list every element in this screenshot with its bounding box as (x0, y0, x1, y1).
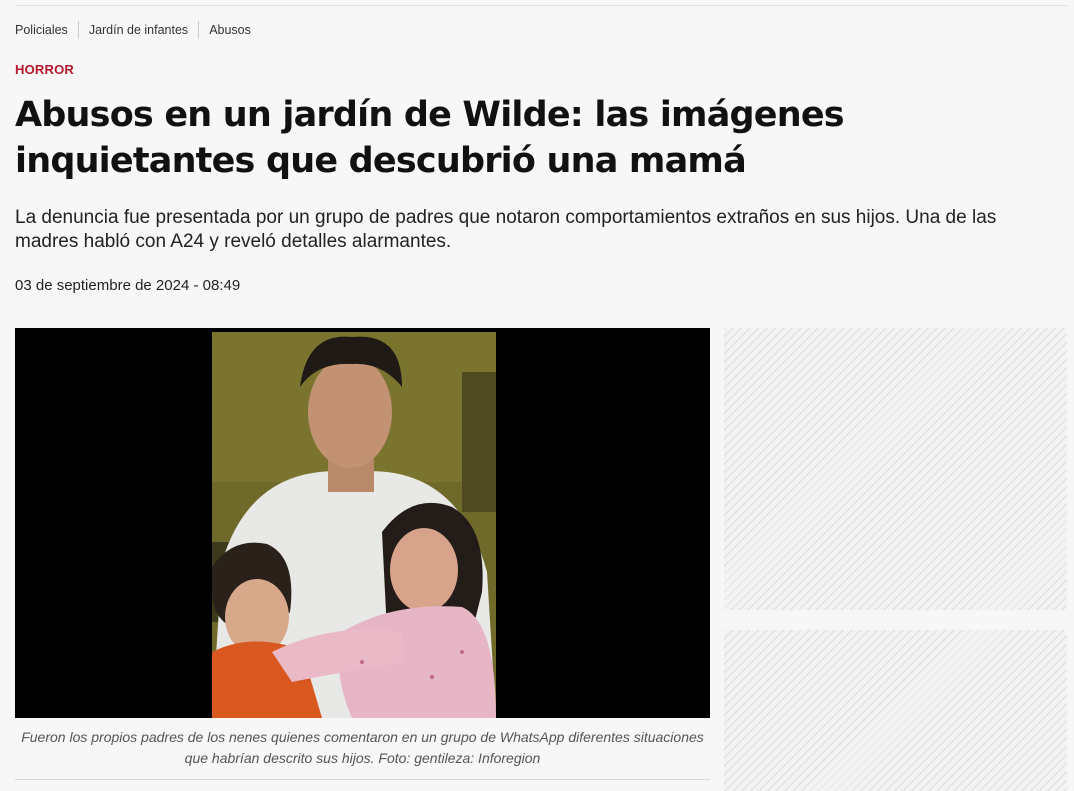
article-main-image[interactable] (15, 328, 710, 718)
ad-placeholder-bottom (724, 630, 1067, 791)
image-caption: Fueron los propios padres de los nenes q… (21, 729, 704, 766)
caption-divider (15, 779, 710, 780)
breadcrumb: Policiales Jardín de infantes Abusos (15, 21, 261, 39)
breadcrumb-item-abusos[interactable]: Abusos (198, 21, 261, 39)
article-title: Abusos en un jardín de Wilde: las imágen… (15, 95, 845, 181)
header-divider (15, 5, 1067, 6)
breadcrumb-item-jardin-de-infantes[interactable]: Jardín de infantes (77, 21, 198, 39)
photo-three-children (212, 332, 496, 718)
article-date: 03 de septiembre de 2024 - 08:49 (15, 277, 241, 294)
breadcrumb-link[interactable]: Jardín de infantes (89, 23, 188, 37)
breadcrumb-link[interactable]: Policiales (15, 23, 68, 37)
breadcrumb-link[interactable]: Abusos (209, 23, 251, 37)
ad-placeholder-top (724, 328, 1067, 610)
article-lead: La denuncia fue presentada por un grupo … (15, 207, 997, 252)
article-kicker: HORROR (15, 62, 74, 77)
breadcrumb-item-policiales[interactable]: Policiales (15, 21, 78, 39)
